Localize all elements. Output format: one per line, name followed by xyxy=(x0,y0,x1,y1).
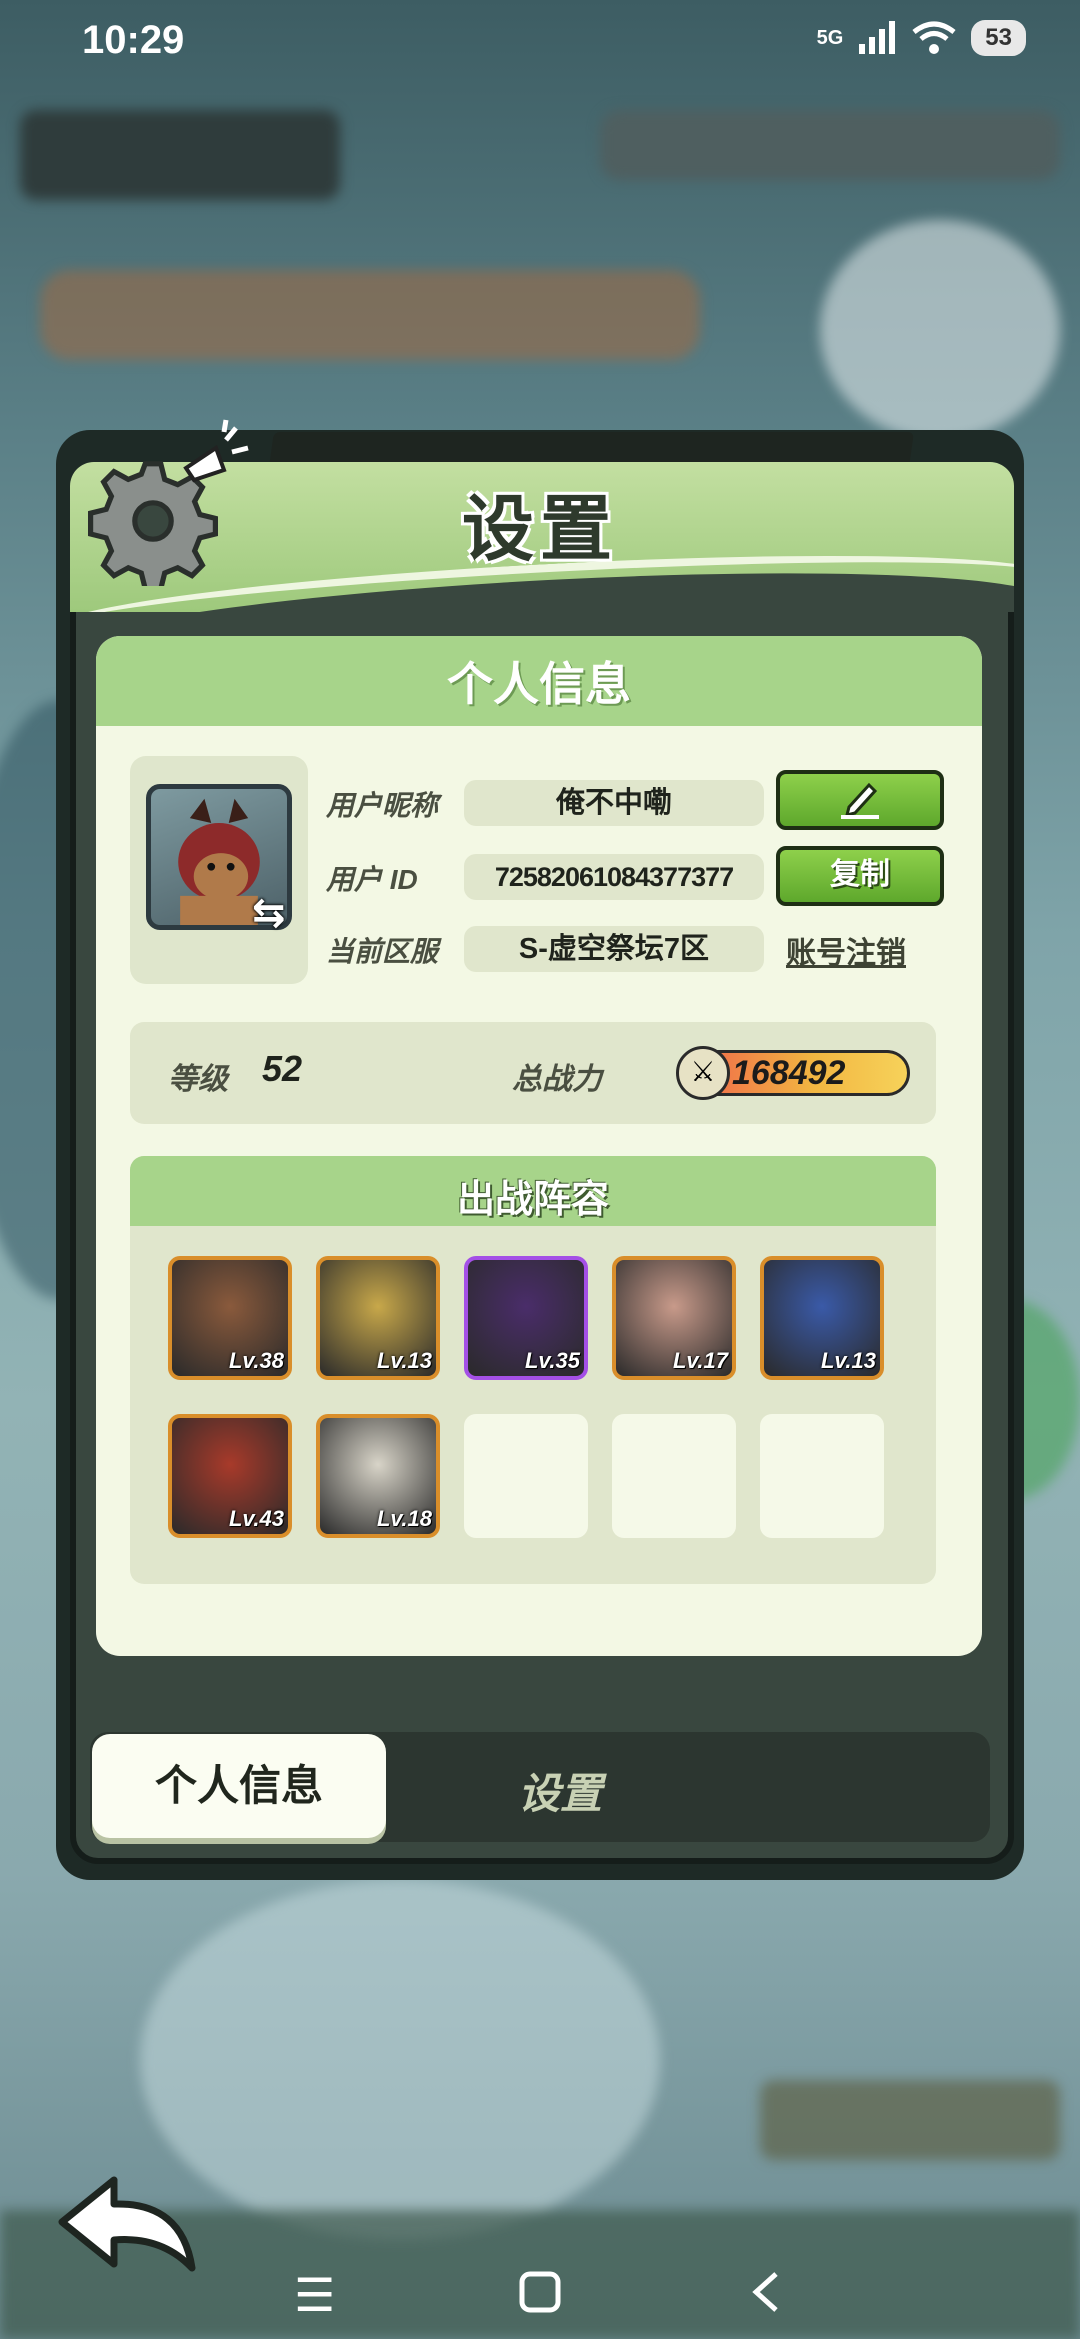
copy-uid-button[interactable]: 复制 xyxy=(776,846,944,906)
hero-level: Lv.18 xyxy=(376,1506,432,1531)
megaphone-icon xyxy=(183,419,249,483)
back-nav-icon[interactable] xyxy=(748,2270,784,2325)
lineup-title: 出战阵容 xyxy=(456,1179,609,1221)
empty-hero-slot[interactable] xyxy=(464,1414,588,1538)
home-nav-icon[interactable] xyxy=(518,2270,562,2325)
hero-card[interactable]: Lv.13 xyxy=(760,1256,884,1380)
lineup-header: 出战阵容 xyxy=(130,1156,936,1226)
power-label: 总战力 xyxy=(512,1063,602,1096)
power-badge: ⚔ 168492 xyxy=(676,1046,916,1100)
nickname-field: 俺不中嘞 xyxy=(464,780,764,826)
server-field: S-虚空祭坛7区 xyxy=(464,926,764,972)
network-label: 5G xyxy=(816,26,844,49)
panel-title: 个人信息 xyxy=(447,658,631,710)
hero-level: Lv.13 xyxy=(820,1348,876,1373)
tab-personal-info[interactable]: 个人信息 xyxy=(92,1734,386,1838)
wifi-icon xyxy=(912,21,956,54)
battle-lineup: 出战阵容 Lv.38 Lv.13 Lv.35 Lv.17 Lv.13 Lv.43 Lv.18 xyxy=(130,1156,936,1584)
hero-level: Lv.17 xyxy=(672,1348,728,1373)
edit-nickname-button[interactable] xyxy=(776,770,944,830)
personal-info-panel: 个人信息 ⇆ 用户昵称 俺不中嘞 用户 ID 72582061084377377… xyxy=(96,636,982,1656)
tab-settings[interactable]: 设置 xyxy=(440,1760,680,1821)
uid-label: 用户 ID xyxy=(326,864,418,895)
crossed-swords-icon: ⚔ xyxy=(676,1046,730,1100)
panel-header: 个人信息 xyxy=(96,636,982,726)
hero-card[interactable]: Lv.17 xyxy=(612,1256,736,1380)
signal-icon xyxy=(859,21,896,54)
nickname-label: 用户昵称 xyxy=(326,790,439,821)
stats-box: 等级 52 总战力 ⚔ 168492 xyxy=(130,1022,936,1124)
swap-avatar-icon[interactable]: ⇆ xyxy=(252,890,286,936)
server-label: 当前区服 xyxy=(326,936,439,967)
status-icons: 5G 53 xyxy=(817,20,1026,56)
hero-card[interactable]: Lv.43 xyxy=(168,1414,292,1538)
system-nav-bar: ☰ xyxy=(0,2260,1080,2339)
hero-card[interactable]: Lv.35 xyxy=(464,1256,588,1380)
status-time: 10:29 xyxy=(82,18,185,62)
avatar-frame: ⇆ xyxy=(130,756,308,984)
empty-hero-slot[interactable] xyxy=(612,1414,736,1538)
hero-card[interactable]: Lv.38 xyxy=(168,1256,292,1380)
hero-card[interactable]: Lv.13 xyxy=(316,1256,440,1380)
cancel-account-link[interactable]: 账号注销 xyxy=(786,928,906,972)
power-value: 168492 xyxy=(732,1054,846,1092)
hero-level: Lv.13 xyxy=(376,1348,432,1373)
battery-indicator: 53 xyxy=(971,20,1026,56)
empty-hero-slot[interactable] xyxy=(760,1414,884,1538)
uid-field: 72582061084377377 xyxy=(464,854,764,900)
hero-level: Lv.38 xyxy=(228,1348,284,1373)
pencil-icon xyxy=(841,782,879,819)
level-value: 52 xyxy=(262,1048,303,1089)
level-label: 等级 xyxy=(168,1063,228,1096)
status-bar: 10:29 5G 53 xyxy=(0,0,1080,90)
hero-level: Lv.35 xyxy=(524,1348,580,1373)
hero-card[interactable]: Lv.18 xyxy=(316,1414,440,1538)
hero-level: Lv.43 xyxy=(228,1506,284,1531)
menu-nav-icon[interactable]: ☰ xyxy=(294,2268,335,2322)
